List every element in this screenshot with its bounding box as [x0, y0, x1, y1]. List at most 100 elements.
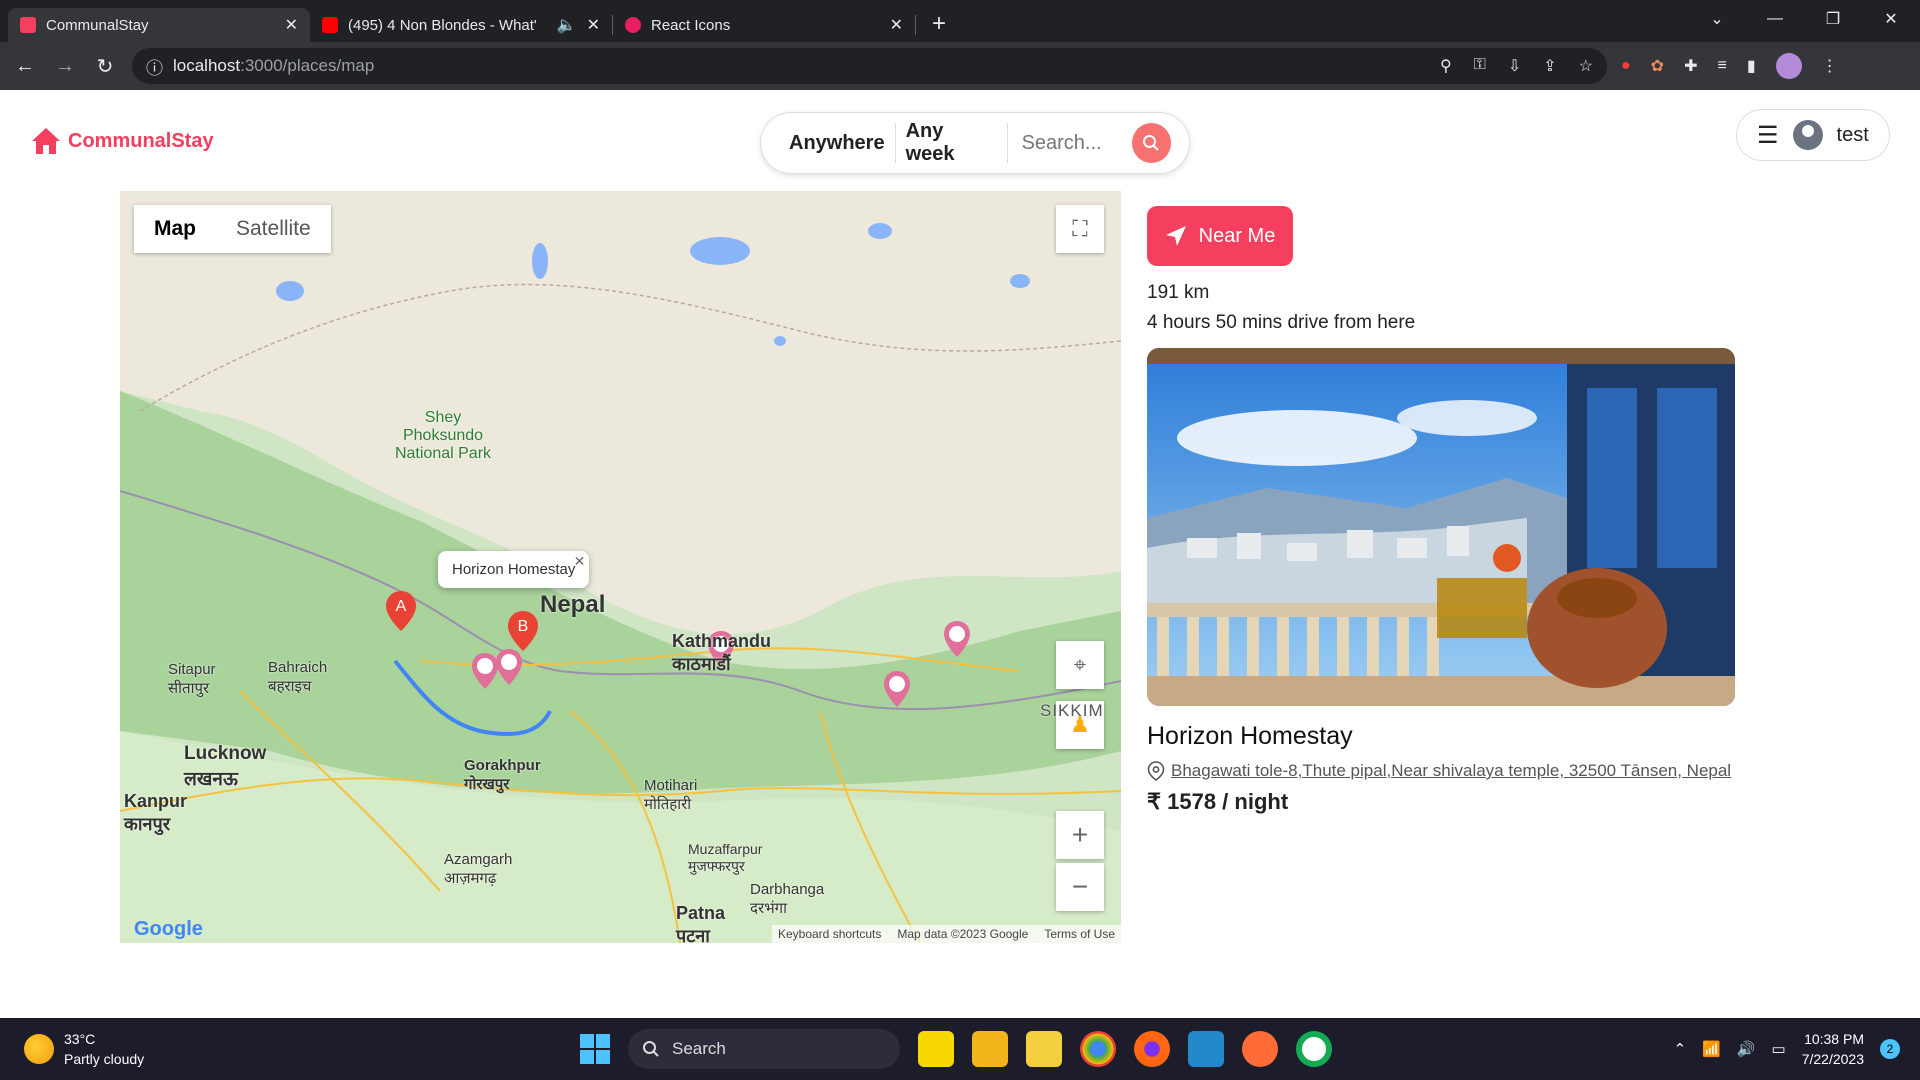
notification-badge[interactable]: 2	[1880, 1039, 1900, 1059]
weather-widget[interactable]: 33°C Partly cloudy	[24, 1029, 144, 1069]
chrome-menu-icon[interactable]: ⋮	[1822, 56, 1838, 76]
new-tab-icon[interactable]: +	[932, 10, 946, 38]
map-label-motihari: Motihari मोतिहारी	[644, 777, 698, 813]
bookmark-star-icon[interactable]: ☆	[1579, 56, 1593, 76]
anywhere-button[interactable]: Anywhere	[779, 123, 896, 163]
search-icon	[1143, 135, 1159, 151]
avatar	[1792, 120, 1823, 150]
clock[interactable]: 10:38 PM 7/22/2023	[1802, 1029, 1864, 1069]
zoom-out-button[interactable]: −	[1056, 863, 1104, 911]
search-icon	[643, 1041, 659, 1057]
map-label-patna: Patna पटना	[676, 903, 726, 943]
homestay-marker-icon[interactable]	[942, 619, 972, 659]
map-type-map-button[interactable]: Map	[134, 205, 216, 253]
my-location-button[interactable]: ⌖	[1056, 641, 1104, 689]
info-window-title: Horizon Homestay	[452, 561, 576, 578]
tab-react-icons[interactable]: React Icons ✕	[613, 8, 915, 42]
media-player-icon[interactable]	[1026, 1031, 1062, 1067]
site-info-icon[interactable]: ⓘ	[146, 54, 163, 79]
search-button[interactable]	[1131, 123, 1171, 163]
homestay-marker-icon[interactable]	[882, 669, 912, 709]
map-data-attribution: Map data ©2023 Google	[897, 927, 1029, 941]
house-icon	[32, 128, 60, 154]
keyboard-shortcuts-link[interactable]: Keyboard shortcuts	[778, 927, 881, 941]
google-map[interactable]: Map Satellite ⛶ ⌖ ♟ + − Horizon Homestay…	[120, 191, 1121, 943]
search-bar: Anywhere Any week	[760, 112, 1190, 174]
marker-a-pin-icon[interactable]: A	[384, 589, 418, 633]
windows-start-icon[interactable]	[580, 1034, 610, 1064]
chrome-icon[interactable]	[1080, 1031, 1116, 1067]
zoom-in-button[interactable]: +	[1056, 811, 1104, 859]
minimize-icon[interactable]: —	[1746, 0, 1804, 38]
any-week-button[interactable]: Any week	[896, 120, 1008, 165]
extension-red-icon[interactable]: ●	[1621, 57, 1631, 75]
extension-cookie-icon[interactable]: ✿	[1651, 56, 1664, 76]
terms-of-use-link[interactable]: Terms of Use	[1044, 927, 1115, 941]
close-info-window-icon[interactable]: ✕	[574, 553, 586, 570]
homestay-marker-icon[interactable]	[494, 647, 524, 687]
extensions-puzzle-icon[interactable]: ✚	[1684, 56, 1697, 76]
location-pin-icon	[1147, 761, 1165, 781]
tab-youtube[interactable]: (495) 4 Non Blondes - What' 🔈 ✕	[310, 8, 612, 42]
taskbar-search[interactable]: Search	[628, 1029, 900, 1069]
address-bar[interactable]: ⓘ localhost:3000/places/map ⚲ ⚿ ⇩ ⇪ ☆	[132, 48, 1607, 84]
map-label-kathmandu: Kathmandu काठमाडौं	[672, 631, 771, 674]
tab-title: CommunalStay	[46, 16, 149, 34]
brand-logo[interactable]: CommunalStay	[30, 126, 214, 156]
key-icon[interactable]: ⚿	[1474, 56, 1486, 76]
navigation-arrow-icon	[1165, 226, 1186, 246]
show-hidden-icons-icon[interactable]: ⌃	[1674, 1040, 1687, 1058]
wifi-icon[interactable]: 📶	[1702, 1040, 1721, 1058]
mongodb-compass-icon[interactable]	[1296, 1031, 1332, 1067]
marker-b-label: B	[518, 618, 529, 635]
reload-icon[interactable]: ↻	[92, 54, 118, 79]
forward-icon[interactable]: →	[52, 55, 78, 78]
clock-time: 10:38 PM	[1804, 1031, 1864, 1047]
media-control-icon[interactable]: ≡	[1717, 57, 1726, 75]
mute-icon[interactable]: 🔈	[557, 15, 577, 35]
map-label-nepal: Nepal	[540, 591, 606, 618]
file-explorer-icon[interactable]	[972, 1031, 1008, 1067]
communalstay-favicon-icon	[20, 17, 36, 33]
battery-icon[interactable]: ▭	[1772, 1040, 1786, 1058]
vscode-icon[interactable]	[1188, 1031, 1224, 1067]
map-label-azamgarh: Azamgarh आज़मगढ़	[444, 851, 513, 887]
volume-icon[interactable]: 🔊	[1737, 1040, 1756, 1058]
place-address: Bhagawati tole-8,Thute pipal,Near shival…	[1171, 761, 1732, 780]
location-icon[interactable]: ⚲	[1440, 56, 1452, 76]
close-tab-icon[interactable]: ✕	[890, 15, 903, 35]
near-me-button[interactable]: Near Me	[1147, 206, 1293, 266]
map-type-satellite-button[interactable]: Satellite	[216, 205, 331, 253]
tab-communalstay[interactable]: CommunalStay ✕	[8, 8, 310, 42]
extensions: ● ✿ ✚ ≡ ▮ ⋮	[1621, 53, 1838, 79]
postman-icon[interactable]	[1242, 1031, 1278, 1067]
windows-taskbar: 33°C Partly cloudy Search ⌃ 📶 🔊 ▭ 10:38 …	[0, 1018, 1920, 1080]
profile-avatar[interactable]	[1775, 53, 1802, 79]
back-icon[interactable]: ←	[12, 55, 38, 78]
close-tab-icon[interactable]: ✕	[285, 15, 298, 35]
map-label-darbhanga: Darbhanga दरभंगा	[750, 881, 825, 917]
url-path: :3000/places/map	[240, 56, 375, 75]
restore-icon[interactable]: ❐	[1804, 0, 1862, 38]
firefox-icon[interactable]	[1134, 1031, 1170, 1067]
search-input[interactable]	[1021, 131, 1132, 155]
install-icon[interactable]: ⇩	[1508, 56, 1521, 76]
side-panel-icon[interactable]: ▮	[1747, 56, 1756, 76]
map-label-lucknow: Lucknow लखनऊ	[184, 743, 267, 790]
place-address-link[interactable]: Bhagawati tole-8,Thute pipal,Near shival…	[1147, 761, 1735, 781]
sticky-notes-icon[interactable]	[918, 1031, 954, 1067]
taskbar-apps: Search	[580, 1029, 1332, 1069]
map-label-gorakhpur: Gorakhpur गोरखपुर	[464, 757, 541, 793]
user-menu-button[interactable]: ☰ test	[1736, 109, 1890, 161]
close-window-icon[interactable]: ✕	[1862, 0, 1920, 38]
browser-tab-strip: CommunalStay ✕ (495) 4 Non Blondes - Wha…	[0, 0, 1920, 42]
tab-title: (495) 4 Non Blondes - What'	[348, 16, 537, 34]
fullscreen-button[interactable]: ⛶	[1056, 205, 1104, 253]
share-icon[interactable]: ⇪	[1543, 56, 1556, 76]
tab-search-icon[interactable]: ⌄	[1688, 0, 1746, 38]
close-tab-icon[interactable]: ✕	[587, 15, 600, 35]
place-photo[interactable]	[1147, 348, 1735, 706]
youtube-favicon-icon	[322, 17, 338, 33]
google-logo: Google	[134, 918, 203, 940]
map-footer: Keyboard shortcuts Map data ©2023 Google…	[771, 925, 1121, 943]
